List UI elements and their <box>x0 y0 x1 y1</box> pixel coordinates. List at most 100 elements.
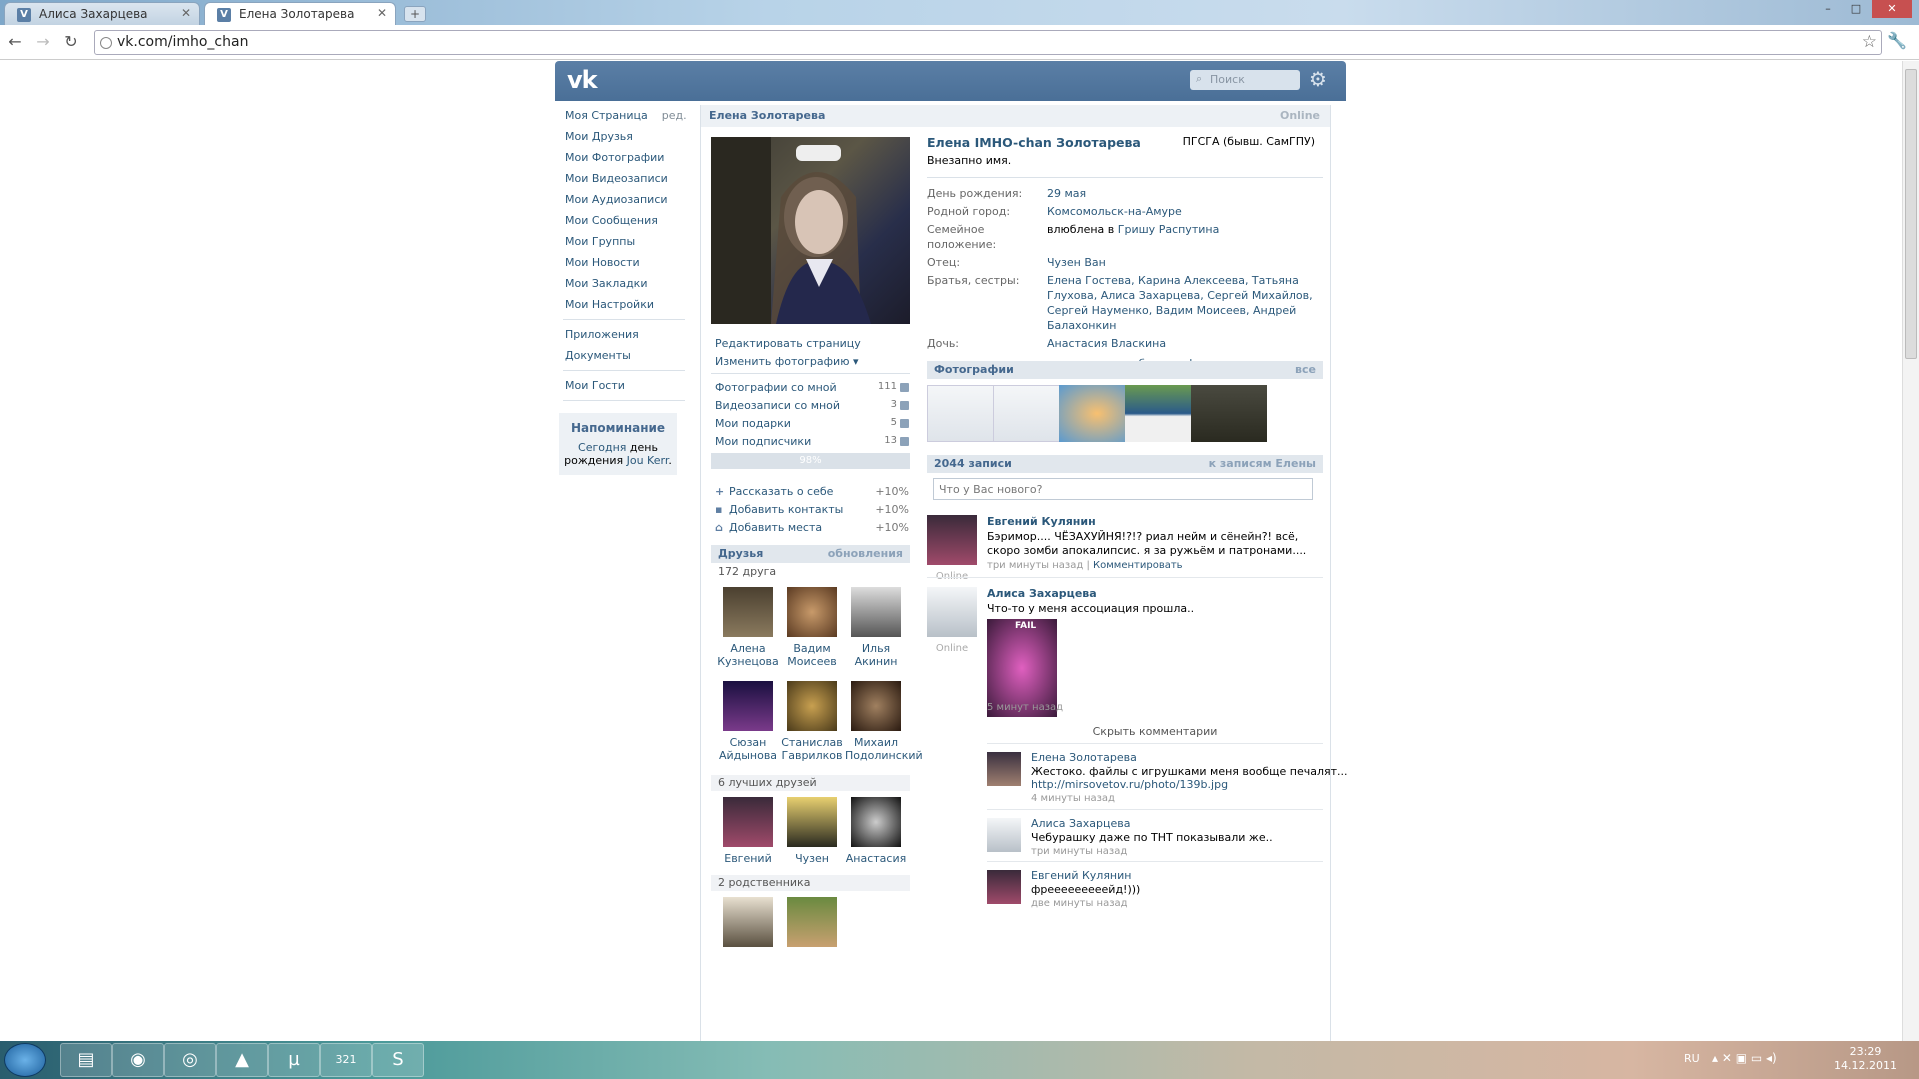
profile-photo[interactable] <box>711 137 910 324</box>
close-icon[interactable]: ✕ <box>377 6 387 20</box>
tab-alisa[interactable]: V Алиса Захарцева ✕ <box>4 2 200 25</box>
task-add-contacts[interactable]: ▪ Добавить контакты +10% <box>715 503 909 516</box>
scrollbar-thumb[interactable] <box>1905 69 1917 359</box>
edit-page-link[interactable]: Редактировать страницу <box>715 337 861 350</box>
vk-logo[interactable]: vk <box>567 66 598 94</box>
stat-gifts[interactable]: Мои подарки 5 <box>715 417 909 435</box>
avatar[interactable] <box>987 818 1021 852</box>
comment-author-link[interactable]: Елена Золотарева <box>1031 751 1137 764</box>
sidebar-item-audio[interactable]: Мои Аудиозаписи <box>555 189 685 210</box>
photo-thumb[interactable] <box>927 385 1003 442</box>
stat-photos-with-me[interactable]: Фотографии со мной 111 <box>715 381 909 399</box>
post-time[interactable]: 5 минут назад <box>987 702 1063 713</box>
hometown-link[interactable]: Комсомольск-на-Амуре <box>1047 204 1323 219</box>
sidebar-item-guests[interactable]: Мои Гости <box>555 375 685 396</box>
bookmark-star-icon[interactable]: ☆ <box>1862 32 1877 52</box>
reload-button[interactable]: ↻ <box>60 31 82 53</box>
photo-thumb[interactable] <box>993 385 1069 442</box>
photo-thumb[interactable] <box>1191 385 1267 442</box>
calendar-icon[interactable]: 321 <box>320 1043 372 1077</box>
friend-card[interactable]: Чузен <box>781 797 843 865</box>
start-button[interactable] <box>4 1043 46 1077</box>
wrench-menu-icon[interactable]: 🔧 <box>1887 31 1907 50</box>
avatar[interactable] <box>987 752 1021 786</box>
sidebar-item-docs[interactable]: Документы <box>555 345 685 366</box>
clock[interactable]: 23:29 14.12.2011 <box>1834 1045 1897 1073</box>
relative-card[interactable] <box>781 897 843 952</box>
comment-time[interactable]: две минуты назад <box>1031 898 1128 909</box>
edit-link[interactable]: ред. <box>662 109 687 122</box>
floppy-save-icon[interactable]: ▤ <box>60 1043 112 1077</box>
sidebar-item-settings[interactable]: Мои Настройки <box>555 294 685 315</box>
comment-link[interactable]: Комментировать <box>1093 560 1183 571</box>
friend-card[interactable]: Вадим Моисеев <box>781 587 843 668</box>
friend-card[interactable]: Анастасия <box>845 797 907 865</box>
sidebar-item-groups[interactable]: Мои Группы <box>555 231 685 252</box>
photos-title[interactable]: Фотографии <box>934 363 1014 376</box>
tab-elena[interactable]: V Елена Золотарева ✕ <box>204 2 396 25</box>
comment-author-link[interactable]: Алиса Захарцева <box>1031 817 1131 830</box>
wall-own-posts-link[interactable]: к записям Елены <box>1209 457 1316 470</box>
sidebar-item-messages[interactable]: Мои Сообщения <box>555 210 685 231</box>
avatar[interactable] <box>927 515 977 565</box>
profile-status[interactable]: Внезапно имя. <box>927 154 1323 167</box>
relationship-person-link[interactable]: Гришу Распутина <box>1118 223 1220 236</box>
relative-card[interactable] <box>717 897 779 952</box>
post-time[interactable]: три минуты назад <box>987 560 1083 571</box>
page-scrollbar[interactable] <box>1902 61 1919 1041</box>
back-button[interactable]: ← <box>4 31 26 53</box>
chrome-icon[interactable]: ◉ <box>112 1043 164 1077</box>
avatar[interactable] <box>987 870 1021 904</box>
maximize-button[interactable]: □ <box>1844 0 1868 18</box>
daughter-link[interactable]: Анастасия Власкина <box>1047 336 1323 351</box>
today-link[interactable]: Сегодня <box>578 441 626 454</box>
change-photo-link[interactable]: Изменить фотографию ▾ <box>715 355 859 368</box>
photo-thumb[interactable] <box>1125 385 1201 442</box>
new-tab-button[interactable]: + <box>404 6 426 22</box>
post-author-link[interactable]: Алиса Захарцева <box>987 587 1097 600</box>
utorrent-icon[interactable]: µ <box>268 1043 320 1077</box>
minimize-button[interactable]: – <box>1816 0 1840 18</box>
father-link[interactable]: Чузен Ван <box>1047 255 1323 270</box>
close-icon[interactable]: ✕ <box>181 6 191 20</box>
comment-author-link[interactable]: Евгений Кулянин <box>1031 869 1131 882</box>
sidebar-item-news[interactable]: Мои Новости <box>555 252 685 273</box>
sidebar-item-videos[interactable]: Мои Видеозаписи <box>555 168 685 189</box>
gear-icon[interactable]: ⚙ <box>1309 67 1327 91</box>
comment-url-link[interactable]: http://mirsovetov.ru/photo/139b.jpg <box>1031 778 1228 791</box>
photo-thumb[interactable] <box>1059 385 1135 442</box>
wall-post-input[interactable]: Что у Вас нового? <box>933 478 1313 500</box>
best-friends-header[interactable]: 6 лучших друзей <box>711 775 910 791</box>
sidebar-item-my-page[interactable]: Моя Страница ред. <box>555 105 687 126</box>
language-indicator[interactable]: RU <box>1684 1052 1700 1065</box>
forward-button[interactable]: → <box>32 31 54 53</box>
comment-time[interactable]: 4 минуты назад <box>1031 793 1115 804</box>
photos-all-link[interactable]: все <box>1295 363 1316 376</box>
friends-title[interactable]: Друзья <box>718 547 763 560</box>
friends-updates-link[interactable]: обновления <box>828 547 903 560</box>
address-bar[interactable]: vk.com/imho_chan ☆ <box>94 30 1882 55</box>
eye-app-icon[interactable]: ◎ <box>164 1043 216 1077</box>
avatar[interactable] <box>927 587 977 637</box>
stat-videos-with-me[interactable]: Видеозаписи со мной 3 <box>715 399 909 417</box>
search-input[interactable]: ⌕ Поиск <box>1190 70 1300 90</box>
siblings-links[interactable]: Елена Гостева, Карина Алексеева, Татьяна… <box>1047 273 1323 333</box>
skype-icon[interactable]: S <box>372 1043 424 1077</box>
aimp-icon[interactable]: ▲ <box>216 1043 268 1077</box>
task-about-me[interactable]: + Рассказать о себе +10% <box>715 485 909 498</box>
birthday-link[interactable]: 29 мая <box>1047 186 1323 201</box>
comment-time[interactable]: три минуты назад <box>1031 846 1127 857</box>
friend-card[interactable]: Илья Акинин <box>845 587 907 668</box>
friend-card[interactable]: Сюзан Айдынова <box>717 681 779 762</box>
hide-comments-link[interactable]: Скрыть комментарии <box>987 725 1323 738</box>
friend-card[interactable]: Евгений <box>717 797 779 865</box>
sidebar-item-bookmarks[interactable]: Мои Закладки <box>555 273 685 294</box>
post-author-link[interactable]: Евгений Кулянин <box>987 515 1096 528</box>
tray-icons[interactable]: ▴ ✕ ▣ ▭ ◂) <box>1712 1051 1777 1065</box>
friend-card[interactable]: Михаил Подолинский <box>845 681 923 762</box>
sidebar-item-apps[interactable]: Приложения <box>555 324 685 345</box>
relatives-header[interactable]: 2 родственника <box>711 875 910 891</box>
sidebar-item-friends[interactable]: Мои Друзья <box>555 126 685 147</box>
sidebar-item-photos[interactable]: Мои Фотографии <box>555 147 685 168</box>
wall-count[interactable]: 2044 записи <box>934 457 1012 470</box>
